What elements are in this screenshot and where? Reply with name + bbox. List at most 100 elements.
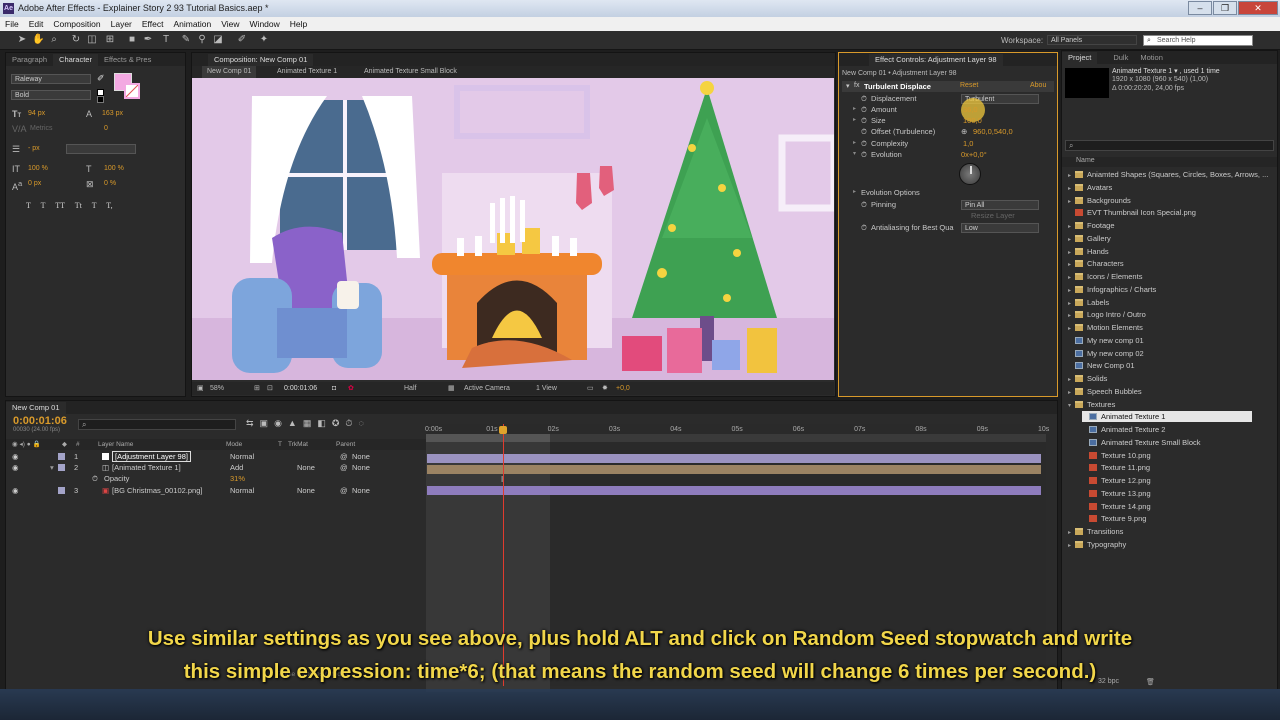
- collapse-arrow-icon[interactable]: ▾: [50, 462, 54, 473]
- expand-arrow-icon[interactable]: ▸: [1068, 222, 1075, 233]
- selection-tool-icon[interactable]: ➤: [16, 34, 28, 46]
- camera-select[interactable]: Active Camera: [464, 382, 510, 395]
- opacity-value[interactable]: 31%: [230, 473, 245, 484]
- parent-pickwhip-icon[interactable]: @: [340, 485, 348, 496]
- grid-icon[interactable]: ⊞: [254, 382, 260, 395]
- effect-about-link[interactable]: Abou: [1030, 82, 1046, 89]
- puppet-tool-icon[interactable]: ✦: [258, 34, 270, 46]
- work-area-range[interactable]: [426, 434, 550, 442]
- expand-arrow-icon[interactable]: ▾: [1068, 401, 1075, 412]
- layer-3-duration-bar[interactable]: [427, 486, 1041, 495]
- layer-parent-select[interactable]: None: [352, 485, 370, 496]
- menu-edit[interactable]: Edit: [24, 19, 49, 29]
- project-item[interactable]: New Comp 01: [1068, 360, 1135, 371]
- superscript-button[interactable]: T: [92, 201, 97, 210]
- layer-name[interactable]: [Adjustment Layer 98]: [112, 451, 191, 462]
- prop-complexity-value[interactable]: 1,0: [963, 138, 973, 149]
- project-item[interactable]: My new comp 01: [1068, 335, 1144, 346]
- expand-arrow-icon[interactable]: ▸: [1068, 311, 1075, 322]
- stopwatch-icon[interactable]: ⏱: [861, 149, 867, 160]
- tab-effect-controls[interactable]: Effect Controls: Adjustment Layer 98: [869, 54, 1003, 66]
- project-item[interactable]: ▸ Characters: [1068, 258, 1124, 269]
- prop-amount-value[interactable]: 36,0: [963, 104, 978, 115]
- layer-label-color[interactable]: [58, 464, 65, 471]
- stopwatch-icon[interactable]: ⏱: [861, 93, 867, 104]
- type-tool-icon[interactable]: T: [160, 34, 172, 46]
- layer-name-header[interactable]: Layer Name: [98, 439, 133, 450]
- stopwatch-icon[interactable]: ⏱: [345, 418, 358, 428]
- project-item[interactable]: ▾ Textures: [1068, 399, 1115, 410]
- baseline-shift-value[interactable]: 0 px: [28, 180, 41, 187]
- pinning-select[interactable]: Pin All: [961, 200, 1039, 210]
- eye-icon[interactable]: ◉: [12, 451, 19, 462]
- project-item[interactable]: Animated Texture 1: [1082, 411, 1252, 423]
- stopwatch-icon[interactable]: ⏱: [861, 115, 867, 126]
- project-item[interactable]: Texture 14.png: [1082, 501, 1151, 512]
- layer-row[interactable]: ◉ ▾ 2 ◫ [Animated Texture 1] Add None @ …: [12, 462, 427, 473]
- roto-brush-tool-icon[interactable]: ✐: [236, 34, 248, 46]
- menu-window[interactable]: Window: [245, 19, 285, 29]
- layer-mode-select[interactable]: Normal: [230, 485, 254, 496]
- playhead-handle[interactable]: [499, 426, 507, 434]
- layer-label-color[interactable]: [58, 453, 65, 460]
- search-help-input[interactable]: ⌕ Search Help: [1143, 35, 1253, 46]
- antialiasing-select[interactable]: Low: [961, 223, 1039, 233]
- layer-1-duration-bar[interactable]: [427, 454, 1041, 463]
- vertical-scale-value[interactable]: 100 %: [28, 165, 48, 172]
- eraser-tool-icon[interactable]: ◪: [212, 34, 224, 46]
- resolution-select[interactable]: Half: [404, 382, 416, 395]
- eye-icon[interactable]: ◉: [12, 462, 19, 473]
- expand-arrow-icon[interactable]: ▸: [1068, 273, 1075, 284]
- stopwatch-icon[interactable]: ⏱: [861, 138, 867, 149]
- motion-blur-icon[interactable]: ▦: [303, 418, 318, 428]
- faux-bold-button[interactable]: T: [26, 201, 31, 210]
- expand-arrow-icon[interactable]: ▸: [853, 187, 856, 198]
- trkmat-header[interactable]: TrkMat: [288, 439, 308, 450]
- layer-trkmat-select[interactable]: None: [297, 462, 315, 473]
- project-item[interactable]: ▸ Transitions: [1068, 526, 1123, 537]
- project-item[interactable]: ▸ Avatars: [1068, 182, 1112, 193]
- tracking-value[interactable]: 0: [104, 125, 108, 132]
- tsume-value[interactable]: 0 %: [104, 180, 116, 187]
- expand-arrow-icon[interactable]: ▸: [1068, 248, 1075, 259]
- prop-evolution-value[interactable]: 0x+0,0°: [961, 149, 987, 160]
- eye-icon[interactable]: ◉: [12, 485, 19, 496]
- shy-icon[interactable]: ◉: [274, 418, 288, 428]
- stopwatch-icon[interactable]: ⏱: [861, 199, 867, 210]
- collapse-arrow-icon[interactable]: ▾: [853, 149, 856, 160]
- font-family-select[interactable]: Raleway: [11, 74, 91, 84]
- expand-arrow-icon[interactable]: ▸: [1068, 528, 1075, 539]
- project-item[interactable]: ▸ Gallery: [1068, 233, 1111, 244]
- view-layout-select[interactable]: 1 View: [536, 382, 557, 395]
- rotate-tool-icon[interactable]: ↻: [70, 34, 82, 46]
- effect-reset-link[interactable]: Reset: [960, 82, 978, 89]
- layer-mode-select[interactable]: Normal: [230, 451, 254, 462]
- parent-header[interactable]: Parent: [336, 439, 355, 450]
- stopwatch-icon[interactable]: ⏱: [861, 104, 867, 115]
- stopwatch-icon[interactable]: ⏱: [861, 126, 867, 137]
- layer-row[interactable]: ◉ 3 ▣ [BG Christmas_00102.png] Normal No…: [12, 485, 427, 496]
- all-caps-button[interactable]: TT: [55, 201, 65, 210]
- composition-viewer[interactable]: [192, 78, 834, 380]
- exposure-reset-icon[interactable]: ✸: [602, 382, 608, 395]
- project-item[interactable]: ▸ Icons / Elements: [1068, 271, 1142, 282]
- close-button[interactable]: ✕: [1238, 1, 1278, 15]
- project-item[interactable]: ▸ Logo Intro / Outro: [1068, 309, 1146, 320]
- exposure-value[interactable]: +0,0: [616, 382, 630, 395]
- project-item[interactable]: Animated Texture Small Block: [1082, 437, 1201, 448]
- prop-offset-value[interactable]: 960,0,540,0: [973, 126, 1013, 137]
- small-caps-button[interactable]: Tt: [75, 201, 82, 210]
- tab-new-comp-01[interactable]: New Comp 01: [6, 402, 66, 414]
- brainstorm-icon[interactable]: ✪: [332, 418, 346, 428]
- project-item[interactable]: Animated Texture 2: [1082, 424, 1165, 435]
- project-name-header[interactable]: Name: [1062, 157, 1277, 167]
- menu-animation[interactable]: Animation: [168, 19, 216, 29]
- current-time-display[interactable]: 0:00:01:06: [284, 382, 317, 395]
- hand-tool-icon[interactable]: ✋: [32, 34, 44, 46]
- project-item[interactable]: Texture 10.png: [1082, 450, 1151, 461]
- project-item[interactable]: ▸ Infographics / Charts: [1068, 284, 1156, 295]
- stopwatch-icon[interactable]: ⏱: [861, 222, 867, 233]
- mode-header[interactable]: Mode: [226, 439, 242, 450]
- menu-effect[interactable]: Effect: [137, 19, 169, 29]
- project-item[interactable]: EVT Thumbnail Icon Special.png: [1068, 207, 1196, 218]
